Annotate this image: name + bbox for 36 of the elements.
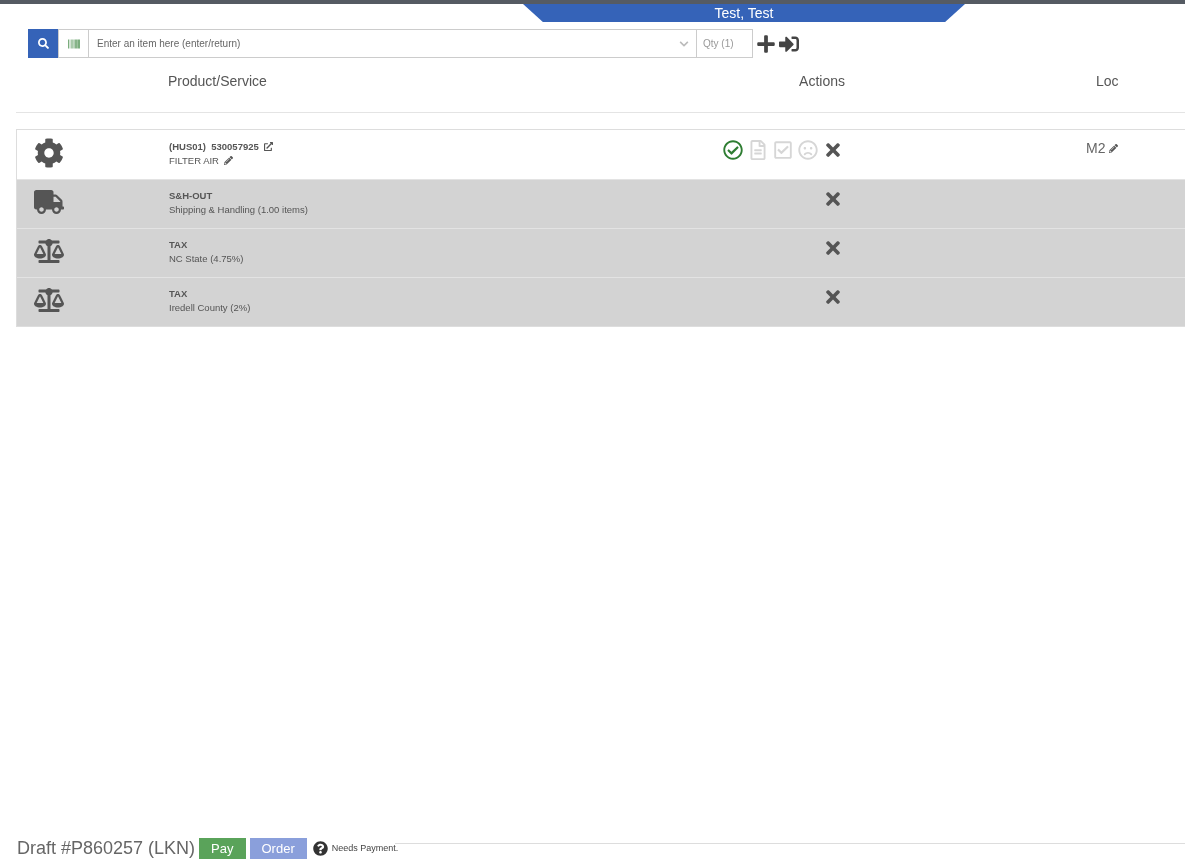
order-button[interactable]: Order [249, 837, 307, 859]
help-icon[interactable] [312, 840, 328, 856]
search-button[interactable] [28, 29, 58, 58]
pencil-icon[interactable] [1109, 143, 1119, 153]
close-button[interactable] [823, 287, 843, 307]
search-icon [37, 38, 49, 49]
pay-button[interactable]: Pay [199, 837, 246, 859]
location-code: M2 [1086, 140, 1106, 156]
close-button[interactable] [823, 238, 843, 258]
item-code: TAX [169, 288, 188, 299]
item-description: FILTER AIR [169, 155, 219, 166]
item-description: Shipping & Handling (1.00 items) [169, 204, 308, 215]
gear-icon [34, 138, 64, 168]
check-circle-button[interactable] [723, 140, 743, 160]
draft-number: Draft #P860257 (LKN) [17, 837, 196, 859]
external-link-icon[interactable] [263, 142, 273, 151]
column-header: Loc [1095, 73, 1119, 91]
customer-tab[interactable]: Test, Test [523, 4, 965, 22]
item-description: Iredell County (2%) [169, 302, 251, 313]
item-code: (HUS01) 530057925 [169, 141, 259, 152]
item-code: S&H-OUT [169, 190, 213, 201]
barcode-icon [67, 37, 80, 50]
truck-icon [34, 187, 64, 217]
close-button[interactable] [823, 140, 843, 160]
pencil-icon[interactable] [224, 156, 233, 165]
scale-icon [34, 236, 64, 266]
item-input-field[interactable]: Enter an item here (enter/return) [88, 29, 697, 58]
payment-status: Needs Payment. [331, 843, 399, 853]
close-button[interactable] [823, 189, 843, 209]
column-header: Actions [799, 73, 845, 91]
item-description: NC State (4.75%) [169, 253, 244, 264]
barcode-scanner-button[interactable] [58, 29, 88, 58]
column-header: Product/Service [168, 73, 267, 91]
quantity-field[interactable]: Qty (1) [697, 29, 753, 58]
item-code: TAX [169, 239, 188, 250]
scale-icon [34, 285, 64, 315]
